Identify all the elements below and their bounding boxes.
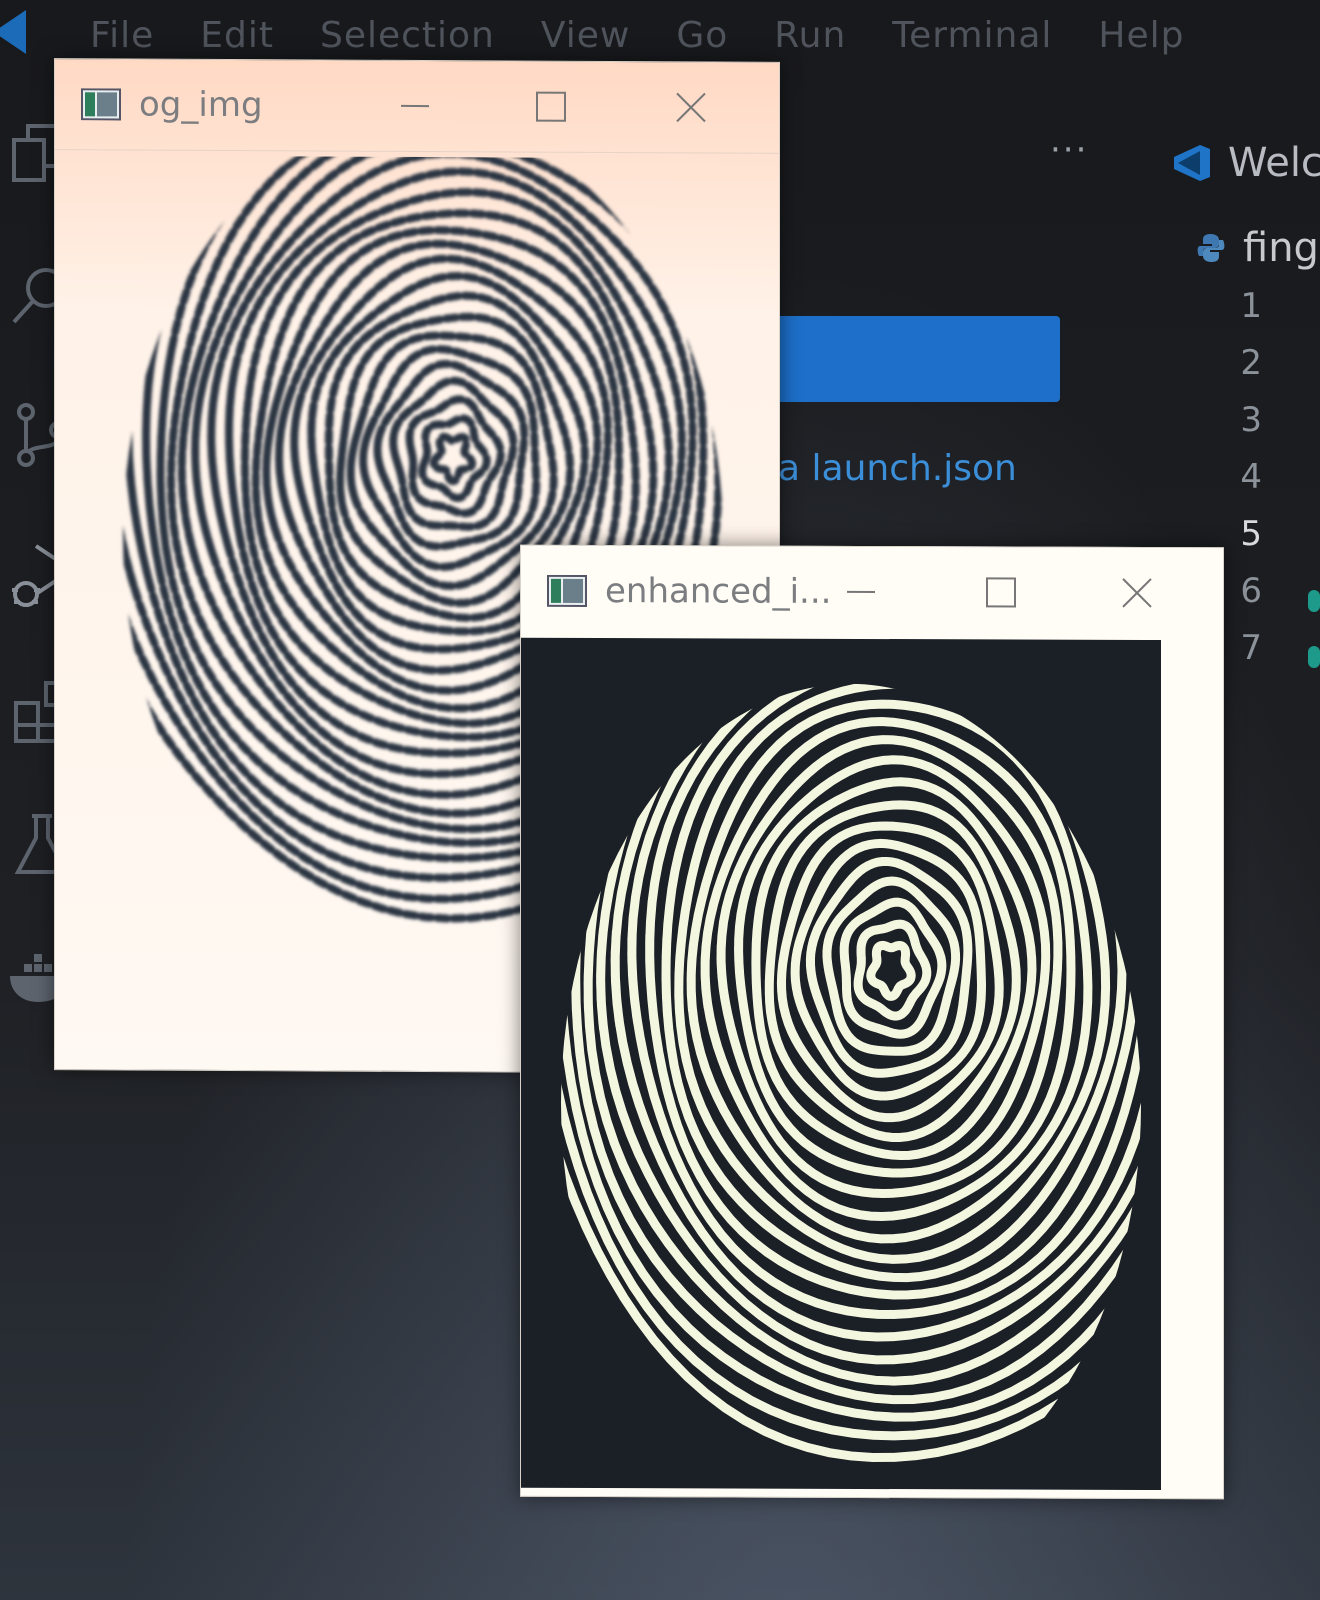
maximize-button[interactable] — [511, 61, 591, 151]
line-number: 7 — [1240, 628, 1262, 668]
vscode-icon — [1174, 145, 1210, 181]
minimize-button[interactable] — [375, 61, 455, 151]
menu-terminal[interactable]: Terminal — [892, 15, 1052, 56]
close-icon — [676, 92, 706, 123]
menu-file[interactable]: File — [90, 15, 154, 56]
close-button[interactable] — [1097, 548, 1177, 638]
code-fragment — [1308, 646, 1320, 668]
breadcrumb-file[interactable]: fing — [1195, 225, 1319, 271]
maximize-icon — [536, 91, 566, 122]
og-img-title: og_img — [139, 84, 263, 126]
minimize-icon — [847, 590, 875, 594]
menu-help[interactable]: Help — [1098, 15, 1184, 56]
run-and-debug-button[interactable] — [770, 316, 1060, 402]
menu-edit[interactable]: Edit — [200, 15, 274, 56]
minimize-icon — [401, 104, 429, 108]
line-number: 3 — [1240, 400, 1262, 440]
create-launch-json-link[interactable]: a launch.json — [778, 448, 1017, 489]
enhanced-img-title: enhanced_i... — [605, 571, 832, 612]
menu-run[interactable]: Run — [774, 15, 846, 56]
menu-go[interactable]: Go — [676, 15, 728, 56]
more-actions-button[interactable]: ··· — [1050, 130, 1088, 170]
enhanced-fingerprint-image — [521, 637, 1161, 1491]
line-number: 1 — [1240, 286, 1262, 326]
line-number-current: 5 — [1240, 514, 1262, 554]
menu-view[interactable]: View — [541, 15, 630, 56]
close-button[interactable] — [651, 62, 731, 152]
line-number: 4 — [1240, 457, 1262, 497]
close-icon — [1122, 578, 1152, 608]
maximize-button[interactable] — [961, 547, 1041, 637]
enhanced-img-window[interactable]: enhanced_i... — [520, 544, 1224, 1500]
code-fragment — [1308, 590, 1320, 612]
menu-selection[interactable]: Selection — [320, 15, 495, 56]
tab-welcome-label: Welc — [1228, 140, 1320, 186]
app-icon — [81, 88, 121, 121]
python-file-icon — [1197, 234, 1225, 262]
line-number: 2 — [1240, 343, 1262, 383]
tab-welcome[interactable]: Welc — [1170, 140, 1320, 186]
minimize-button[interactable] — [821, 547, 901, 637]
app-icon — [547, 574, 587, 608]
line-number: 6 — [1240, 571, 1262, 611]
file-name-label: fing — [1243, 225, 1319, 271]
maximize-icon — [986, 577, 1016, 608]
